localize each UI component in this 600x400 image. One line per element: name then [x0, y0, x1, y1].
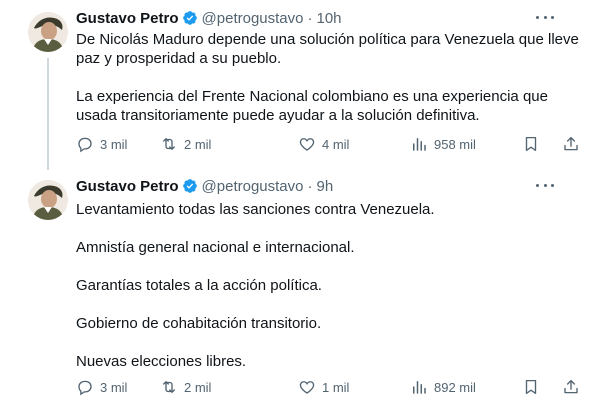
- tweet-2[interactable]: Gustavo Petro @petrogustavo · 9h Levanta…: [0, 168, 600, 400]
- tweet-actions: 3 mil 2 mil 1 mil 892 mil: [76, 378, 580, 398]
- timestamp[interactable]: 10h: [316, 10, 341, 27]
- share-icon[interactable]: [562, 135, 586, 153]
- share-icon[interactable]: [562, 378, 586, 396]
- views-count: 892 mil: [434, 379, 476, 395]
- avatar-image: [28, 12, 68, 52]
- more-options-icon[interactable]: [536, 178, 554, 192]
- like-button[interactable]: 1 mil: [298, 378, 349, 396]
- more-options-icon[interactable]: [536, 10, 554, 24]
- tweet-text: De Nicolás Maduro depende una solución p…: [76, 30, 580, 125]
- tweet-paragraph: Amnistía general nacional e internaciona…: [76, 239, 355, 256]
- author-name[interactable]: Gustavo Petro: [76, 178, 179, 195]
- thread-connector-line: [47, 58, 49, 170]
- reply-button[interactable]: 3 mil: [76, 378, 127, 396]
- tweet-paragraph: Levantamiento todas las sanciones contra…: [76, 201, 435, 218]
- tweet-paragraph: Garantías totales a la acción política.: [76, 277, 322, 294]
- reply-icon: [78, 137, 92, 153]
- repost-icon: [163, 381, 175, 393]
- repost-icon: [163, 138, 175, 150]
- author-name[interactable]: Gustavo Petro: [76, 10, 179, 27]
- like-count: 1 mil: [322, 379, 350, 395]
- verified-badge-icon[interactable]: [182, 10, 198, 26]
- reply-count: 3 mil: [100, 136, 128, 152]
- timestamp[interactable]: 9h: [316, 178, 333, 195]
- tweet-header: Gustavo Petro @petrogustavo · 10h: [76, 8, 342, 28]
- avatar[interactable]: [28, 12, 68, 52]
- like-icon: [299, 138, 315, 151]
- views-count: 958 mil: [434, 136, 476, 152]
- separator-dot: ·: [307, 177, 313, 195]
- avatar-image: [28, 180, 68, 220]
- repost-button[interactable]: 2 mil: [160, 135, 211, 153]
- reply-icon: [78, 380, 92, 396]
- views-button[interactable]: 958 mil: [410, 135, 476, 153]
- reply-button[interactable]: 3 mil: [76, 135, 127, 153]
- like-icon: [299, 381, 315, 394]
- verified-badge-icon[interactable]: [182, 178, 198, 194]
- tweet-paragraph: Nuevas elecciones libres.: [76, 353, 247, 370]
- repost-count: 2 mil: [184, 136, 212, 152]
- bookmark-icon[interactable]: [522, 135, 546, 153]
- tweet-paragraph: La experiencia del Frente Nacional colom…: [76, 88, 548, 124]
- like-button[interactable]: 4 mil: [298, 135, 349, 153]
- bookmark-icon[interactable]: [522, 378, 546, 396]
- repost-button[interactable]: 2 mil: [160, 378, 211, 396]
- tweet-header: Gustavo Petro @petrogustavo · 9h: [76, 176, 333, 196]
- views-icon: [413, 381, 426, 394]
- views-icon: [413, 138, 426, 151]
- separator-dot: ·: [307, 9, 313, 27]
- tweet-actions: 3 mil 2 mil 4 mil 958 mil: [76, 135, 580, 155]
- views-button[interactable]: 892 mil: [410, 378, 476, 396]
- author-handle[interactable]: @petrogustavo: [202, 10, 304, 27]
- avatar[interactable]: [28, 180, 68, 220]
- tweet-text: Levantamiento todas las sanciones contra…: [76, 200, 580, 371]
- reply-count: 3 mil: [100, 379, 128, 395]
- tweet-paragraph: Gobierno de cohabitación transitorio.: [76, 315, 322, 332]
- like-count: 4 mil: [322, 136, 350, 152]
- tweet-1[interactable]: Gustavo Petro @petrogustavo · 10h De Nic…: [0, 0, 600, 170]
- tweet-paragraph: De Nicolás Maduro depende una solución p…: [76, 31, 579, 67]
- author-handle[interactable]: @petrogustavo: [202, 178, 304, 195]
- repost-count: 2 mil: [184, 379, 212, 395]
